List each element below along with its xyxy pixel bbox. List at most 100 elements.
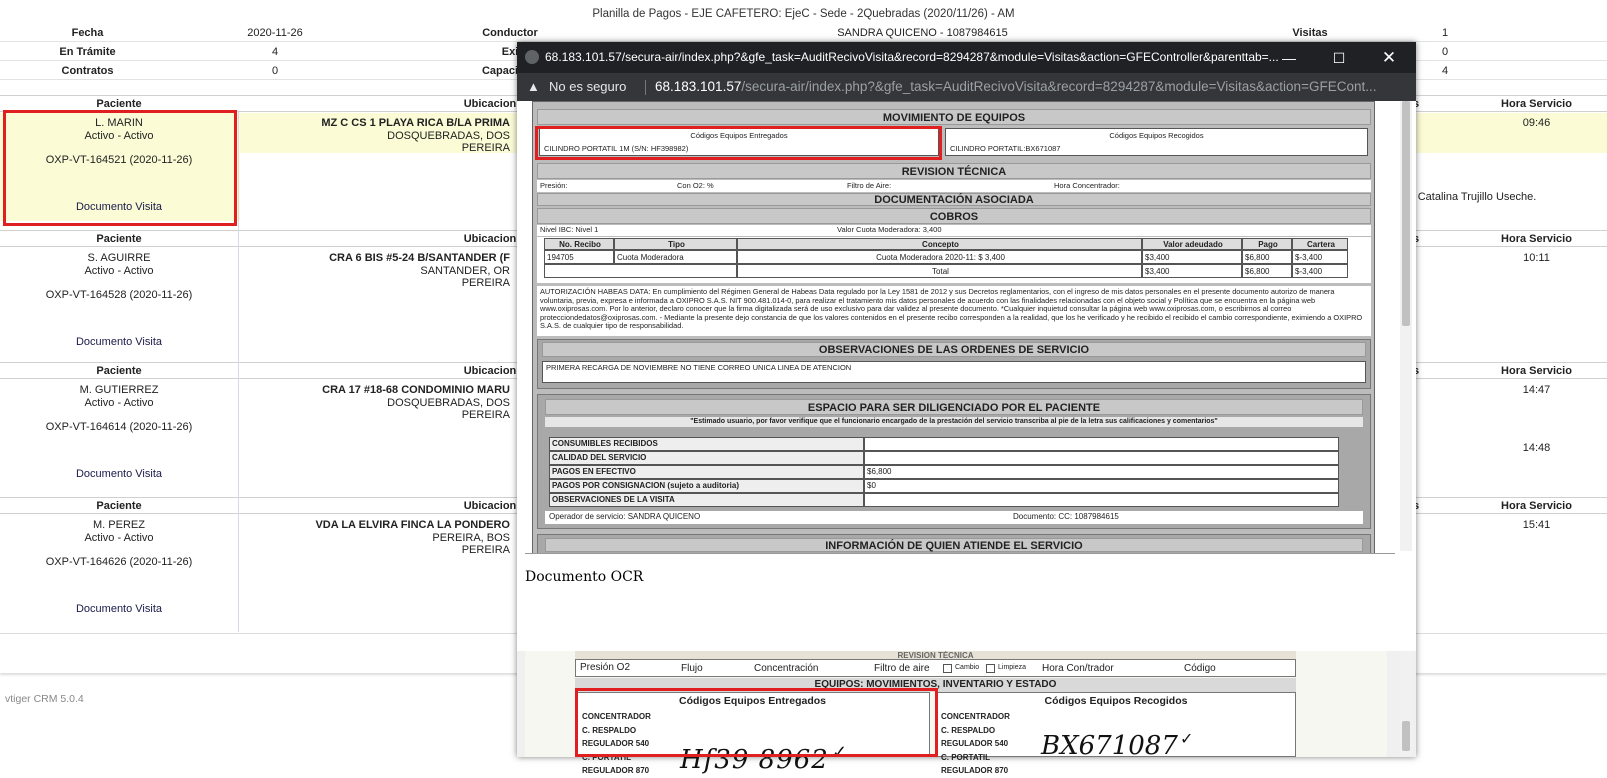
info-value: 1: [1441, 27, 1449, 39]
ocr-revision: REVISION TÉCNICA: [575, 651, 1296, 659]
doc-bottom-mask: [517, 553, 1416, 599]
address-city: DOSQUEBRADAS, DOS: [387, 129, 510, 142]
ocr-flujo: Flujo: [681, 663, 703, 674]
espacio-subtitle: "Estimado usuario, por favor verifique q…: [545, 417, 1363, 427]
observaciones-header: OBSERVACIONES DE LAS ORDENES DE SERVICIO: [542, 342, 1366, 357]
info-label: Fecha: [71, 27, 104, 39]
visit-code: OXP-VT-164528 (2020-11-26): [45, 289, 193, 301]
planilla-title: Planilla de Pagos - EJE CAFETERO: EjeC -…: [592, 8, 1015, 20]
valor-cuota: Valor Cuota Moderadora: 3,400: [837, 225, 942, 234]
patient-status: Activo - Activo: [84, 531, 154, 544]
ocr-filtro: Filtro de aire: [874, 663, 930, 674]
movimiento-header: MOVIMIENTO DE EQUIPOS: [537, 109, 1371, 125]
ocr-item: C. RESPALDO: [941, 725, 996, 735]
ocr-item: REGULADOR 870: [941, 766, 1009, 775]
info-value: 4: [271, 46, 279, 58]
hora-conc-label: Hora Concentrador:: [1054, 181, 1120, 190]
hora-servicio: 09:46: [1522, 117, 1551, 129]
filtro-label: Filtro de Aire:: [847, 181, 892, 190]
ocr-item: REGULADOR 540: [941, 739, 1009, 748]
url-path: /secura-air/index.php?&gfe_task=AuditRec…: [741, 79, 1377, 94]
ocr-recogidos-box: Códigos Equipos Recogidos CONCENTRADOR C…: [936, 692, 1296, 775]
divider: [645, 80, 646, 95]
documento-visita-link[interactable]: Documento Visita: [0, 468, 238, 481]
header-paciente: Paciente: [96, 233, 142, 245]
patient-name: S. AGUIRRE: [87, 252, 151, 264]
cobros-total-cell: $6,800: [1242, 264, 1292, 278]
cobros-total-label: Total: [737, 264, 1142, 278]
info-row: Fecha 2020-11-26 Conductor SANDRA QUICEN…: [0, 24, 1607, 42]
campo-label: PAGOS POR CONSIGNACION (sujeto a auditor…: [549, 479, 864, 493]
header-hora: Hora Servicio: [1501, 233, 1572, 245]
info-label: En Trámite: [59, 46, 116, 58]
warning-icon: ▲: [527, 79, 540, 94]
ocr-item: REGULADOR 870: [582, 766, 650, 775]
cobros-col-header: Tipo: [614, 238, 737, 250]
address-region: PEREIRA: [461, 544, 510, 556]
ocr-scrollbar[interactable]: [1400, 651, 1412, 757]
maximize-icon[interactable]: ☐: [1322, 46, 1356, 70]
ocr-item: C. PORTATIL: [941, 752, 991, 762]
highlight-annotation: [535, 126, 942, 160]
scrollbar-thumb[interactable]: [1402, 101, 1410, 326]
location-cell: CRA 17 #18-68 CONDOMINIO MARU DOSQUEBRAD…: [240, 384, 516, 422]
column-divider: [238, 112, 239, 632]
campo-value: $6,800: [864, 465, 1339, 479]
url-field[interactable]: 68.183.101.57/secura-air/index.php?&gfe_…: [655, 79, 1376, 94]
documento-label: Documento: CC: 1087984615: [1013, 512, 1119, 521]
window-titlebar[interactable]: 68.183.101.57/secura-air/index.php?&gfe_…: [517, 42, 1416, 73]
location-cell: VDA LA ELVIRA FINCA LA PONDERO PEREIRA, …: [240, 519, 516, 557]
not-secure-label[interactable]: No es seguro: [549, 79, 626, 94]
presion-label: Presión:: [540, 181, 568, 190]
close-icon[interactable]: ✕: [1372, 46, 1406, 70]
document-view[interactable]: MOVIMIENTO DE EQUIPOS Códigos Equipos En…: [517, 101, 1416, 599]
ocr-hora-contrador: Hora Con/trador: [1042, 663, 1114, 674]
patient-status: Activo - Activo: [84, 264, 154, 277]
info-value: 2020-11-26: [247, 27, 303, 39]
header-hora: Hora Servicio: [1501, 500, 1572, 512]
revision-header: REVISION TÉCNICA: [537, 163, 1371, 179]
checkbox-icon: [986, 664, 995, 673]
ocr-revision-row: Presión O2 Flujo Concentración Filtro de…: [575, 659, 1296, 677]
ocr-item: CONCENTRADOR: [941, 712, 1010, 721]
scrollbar-thumb[interactable]: [1402, 721, 1410, 751]
info-label: Visitas: [1292, 27, 1328, 39]
hora-servicio: 14:47: [1522, 384, 1551, 396]
info-label: Conductor: [482, 27, 538, 39]
nivel-ibc: Nivel IBC: Nivel 1: [540, 225, 599, 234]
patient-name: M. PEREZ: [93, 519, 145, 531]
espacio-header: ESPACIO PARA SER DILIGENCIADO POR EL PAC…: [545, 399, 1363, 415]
header-paciente: Paciente: [96, 500, 142, 512]
info-value: 4: [1441, 65, 1449, 77]
revision-row: Presión: Con O2: % Filtro de Aire: Hora …: [537, 180, 1371, 192]
highlight-annotation: [3, 110, 237, 226]
informacion-header: INFORMACIÓN DE QUIEN ATIENDE EL SERVICIO: [545, 538, 1363, 552]
header-ubicacion: Ubicacion: [463, 500, 517, 512]
cobros-cell: Cuota Moderadora: [614, 250, 737, 264]
documento-visita-link[interactable]: Documento Visita: [0, 603, 238, 616]
address-region: PEREIRA: [461, 277, 510, 289]
cobros-total-cell: $3,400: [1142, 264, 1242, 278]
ocr-concentracion: Concentración: [754, 663, 819, 674]
patient-cell: M. GUTIERREZ Activo - Activo OXP-VT-1646…: [0, 384, 238, 480]
divider: [525, 553, 1395, 554]
address-city: PEREIRA, BOS: [432, 531, 510, 544]
cobros-header: COBROS: [537, 208, 1371, 224]
location-cell: CRA 6 BIS #5-24 B/SANTANDER (F SANTANDER…: [240, 252, 516, 290]
documento-visita-link[interactable]: Documento Visita: [0, 336, 238, 349]
document-scrollbar[interactable]: [1400, 101, 1412, 551]
hora-servicio: 10:11: [1523, 252, 1550, 264]
address-city: SANTANDER, OR: [420, 264, 510, 277]
minimize-icon[interactable]: —: [1272, 46, 1306, 70]
con-o2-label: Con O2: %: [677, 181, 714, 190]
ocr-image-view[interactable]: REVISION TÉCNICA Presión O2 Flujo Concen…: [517, 651, 1416, 775]
address-bar[interactable]: ▲ No es seguro 68.183.101.57/secura-air/…: [517, 73, 1416, 101]
ocr-presion: Presión O2: [580, 662, 631, 673]
ocr-recogidos-header: Códigos Equipos Recogidos: [1044, 695, 1188, 707]
checkbox-icon: [943, 664, 952, 673]
highlight-annotation: [575, 688, 938, 757]
address-line: CRA 17 #18-68 CONDOMINIO MARU: [322, 384, 510, 396]
cobros-meta: Nivel IBC: Nivel 1 Valor Cuota Moderador…: [537, 225, 1371, 236]
recogidos-box: Códigos Equipos Recogidos CILINDRO PORTA…: [945, 128, 1368, 156]
address-line: CRA 6 BIS #5-24 B/SANTANDER (F: [329, 252, 510, 264]
